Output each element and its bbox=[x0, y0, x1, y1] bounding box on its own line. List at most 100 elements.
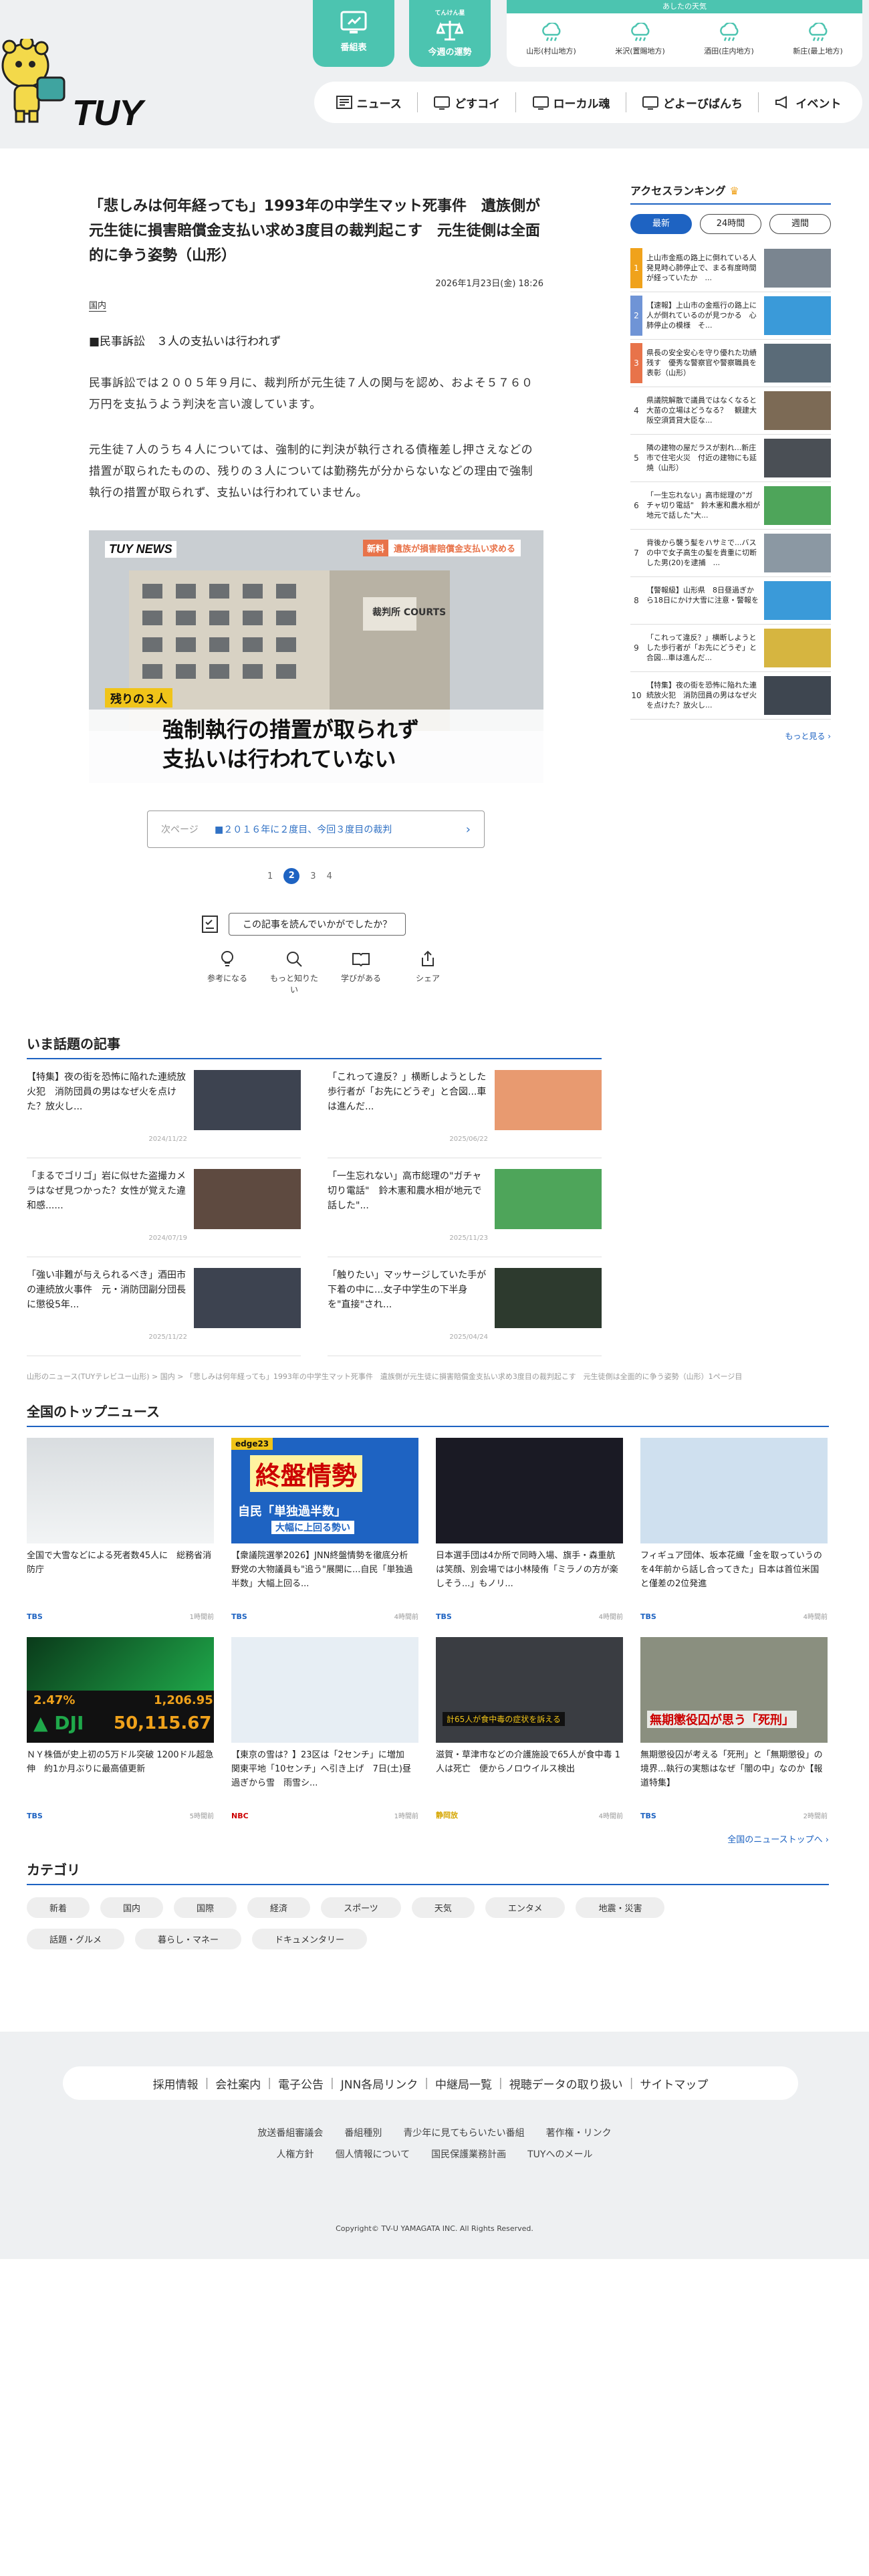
footer-link[interactable]: 個人情報について bbox=[336, 2149, 410, 2160]
national-item[interactable]: フィギュア団体、坂本花織「金を取っていうのを4年前から話し合ってきた」日本は首位… bbox=[640, 1438, 828, 1625]
reaction-more[interactable]: もっと知りたい bbox=[267, 950, 321, 995]
national-top-news: 全国のトップニュース 全国で大雪などによる死者数45人に 総務省消防庁 TBS 1… bbox=[27, 1401, 829, 1845]
ranking-item[interactable]: 5 隣の建物の屋だラスが割れ...新庄市で住宅火災 付近の建物にも延焼（山形） bbox=[630, 435, 831, 482]
article-image: TUY NEWS 新料 遺族が損害賠償金支払い求める 裁判所 COURTS 残り… bbox=[89, 530, 543, 783]
footer-link[interactable]: TUYへのメール bbox=[527, 2149, 592, 2160]
stock-thumbnail: 2.47% 1,206.95 ▲ DJI 50,115.67 bbox=[27, 1637, 214, 1743]
ranking-item[interactable]: 2 【速報】上山市の金瓶行の路上に人が倒れているのが見つかる 心肺停止の模様 そ.… bbox=[630, 292, 831, 340]
stock-index: DJI bbox=[54, 1712, 84, 1734]
footer-link[interactable]: サイトマップ bbox=[640, 2075, 708, 2092]
category-chip[interactable]: 地震・災害 bbox=[576, 1897, 665, 1918]
reaction-helpful[interactable]: 参考になる bbox=[201, 950, 254, 995]
copyright: Copyright© TV-U YAMAGATA INC. All Rights… bbox=[336, 2224, 533, 2233]
news-source: TBS bbox=[436, 1612, 452, 1621]
trending-item[interactable]: 「強い非難が与えられるべき」酒田市の連続放火事件 元・消防団副分団長に懲役5年.… bbox=[27, 1257, 301, 1356]
footer-link[interactable]: 人権方針 bbox=[277, 2149, 314, 2160]
tab-weekly[interactable]: 週間 bbox=[769, 214, 831, 234]
nav-divider bbox=[758, 92, 759, 112]
national-item[interactable]: 2.47% 1,206.95 ▲ DJI 50,115.67 ＮＹ株価が史上初の… bbox=[27, 1637, 214, 1824]
footer-link[interactable]: 放送番組審議会 bbox=[257, 2128, 323, 2139]
divider: | bbox=[424, 2076, 428, 2090]
divider: | bbox=[498, 2076, 503, 2090]
national-more-link[interactable]: 全国のニューストップへ › bbox=[27, 1832, 829, 1845]
trending-item[interactable]: 「まるでゴリゴ」岩に似せた盗撮カメラはなぜ見つかった？女性が覚えた違和感....… bbox=[27, 1158, 301, 1257]
nav-event[interactable]: イベント bbox=[774, 94, 841, 111]
weather-item-sakata[interactable]: 酒田(庄内地方) bbox=[704, 23, 754, 56]
next-page-label: 次ページ bbox=[161, 825, 199, 835]
page-link[interactable]: 3 bbox=[310, 871, 316, 881]
ranking-item[interactable]: 7 背後から襲う髪をハサミで...バスの中で女子高生の髪を貴重に切断した男(20)… bbox=[630, 530, 831, 577]
article-category-link[interactable]: 国内 bbox=[89, 298, 107, 312]
category-chip[interactable]: ドキュメンタリー bbox=[252, 1929, 368, 1949]
footer-link[interactable]: 電子公告 bbox=[278, 2075, 324, 2092]
category-chip[interactable]: 経済 bbox=[247, 1897, 311, 1918]
footer-link[interactable]: 著作権・リンク bbox=[546, 2128, 612, 2139]
ranking-item[interactable]: 9 「これって違反？」横断しようとした歩行者が「お先にどうぞ」と合図...車は進ん… bbox=[630, 625, 831, 672]
tab-latest[interactable]: 最新 bbox=[630, 214, 692, 234]
trending-item[interactable]: 「触りたい」マッサージしていた手が下着の中に...女子中学生の下半身を"直接"さ… bbox=[328, 1257, 602, 1356]
national-item[interactable]: 全国で大雪などによる死者数45人に 総務省消防庁 TBS 1時間前 bbox=[27, 1438, 214, 1625]
nav-doyobi[interactable]: どよーびばんち bbox=[642, 94, 743, 111]
next-page-link[interactable]: 次ページ ■２０１６年に２度目、今回３度目の裁判 › bbox=[147, 811, 485, 848]
reaction-share[interactable]: シェア bbox=[401, 950, 455, 995]
ranking-item[interactable]: 3 県長の安全安心を守り優れた功績残す 優秀な警察官や警察職員を表彰（山形） bbox=[630, 340, 831, 387]
trending-item[interactable]: 【特集】夜の街を恐怖に陥れた連続放火犯 消防団員の男はなぜ火を点けた？放火し..… bbox=[27, 1059, 301, 1158]
ranking-item[interactable]: 1 上山市金瓶の路上に倒れている人 発見時心肺停止で、まる有度時間が経っていたか … bbox=[630, 245, 831, 292]
category-chip[interactable]: 暮らし・マネー bbox=[135, 1929, 242, 1949]
trending-item-date: 2025/04/24 bbox=[449, 1333, 488, 1341]
footer-link[interactable]: 採用情報 bbox=[153, 2075, 199, 2092]
reaction-label: もっと知りたい bbox=[269, 974, 318, 994]
category-chip[interactable]: 天気 bbox=[411, 1897, 475, 1918]
footer-link[interactable]: JNN各局リンク bbox=[341, 2075, 418, 2092]
category-chip[interactable]: エンタメ bbox=[485, 1897, 566, 1918]
nav-news[interactable]: ニュース bbox=[336, 94, 402, 111]
weather-item-yamagata[interactable]: 山形(村山地方) bbox=[526, 23, 576, 56]
image-sub-tag: 残りの３人 bbox=[105, 688, 172, 708]
ranking-more-link[interactable]: もっと見る › bbox=[630, 730, 831, 742]
trending-thumbnail bbox=[495, 1268, 602, 1328]
footer-link[interactable]: 国民保護業務計画 bbox=[431, 2149, 506, 2160]
trending-item-date: 2025/11/23 bbox=[449, 1235, 488, 1242]
nav-local[interactable]: ローカル魂 bbox=[532, 94, 610, 111]
national-item-title: 【東京の雪は？】23区は「2センチ」に増加 関東平地「10センチ」へ引き上げ 7… bbox=[231, 1750, 413, 1788]
category-chip[interactable]: 新着 bbox=[27, 1897, 90, 1918]
ranking-item[interactable]: 8 【警報級】山形県 8日昼過ぎから18日にかけ大雪に注意・警報を bbox=[630, 577, 831, 625]
category-chip[interactable]: 国内 bbox=[100, 1897, 164, 1918]
tab-24h[interactable]: 24時間 bbox=[700, 214, 761, 234]
page-link[interactable]: 4 bbox=[327, 871, 332, 881]
weather-panel[interactable]: あしたの天気 山形(村山地方) 米沢(置賜地方) 酒田(庄内地方) 新庄(最上地… bbox=[507, 0, 862, 67]
trending-item-title: 「触りたい」マッサージしていた手が下着の中に...女子中学生の下半身を"直接"さ… bbox=[328, 1270, 487, 1310]
category-chip[interactable]: 国際 bbox=[174, 1897, 237, 1918]
facility-caption: 計65人が食中毒の症状を訴える bbox=[443, 1712, 565, 1726]
reaction-learn[interactable]: 学びがある bbox=[334, 950, 388, 995]
weather-item-label: 新庄(最上地方) bbox=[793, 47, 843, 56]
weather-item-shinjo[interactable]: 新庄(最上地方) bbox=[793, 23, 843, 56]
nav-dosukoi[interactable]: どすコイ bbox=[433, 94, 500, 111]
page-link[interactable]: 1 bbox=[267, 871, 273, 881]
national-item[interactable]: 無期懲役囚が思う「死刑」 無期懲役囚が考える「死刑」と「無期懲役」の境界...執… bbox=[640, 1637, 828, 1824]
ranking-item[interactable]: 10 【特集】夜の街を恐怖に陥れた連続放火犯 消防団員の男はなぜ火を点けた？放火し… bbox=[630, 672, 831, 720]
ranking-item[interactable]: 4 県議院解散で議員ではなくなると大苗の立場はどうなる？ 観建大阪空須賃貸大臣な.… bbox=[630, 387, 831, 435]
page-link-current[interactable]: 2 bbox=[283, 868, 300, 884]
trending-item[interactable]: 「これって違反？」横断しようとした歩行者が「お先にどうぞ」と合図...車は進んだ… bbox=[328, 1059, 602, 1158]
footer-link[interactable]: 会社案内 bbox=[215, 2075, 261, 2092]
footer-link[interactable]: 中継局一覧 bbox=[435, 2075, 492, 2092]
tv-schedule-button[interactable]: 番組表 bbox=[313, 0, 394, 67]
category-chip[interactable]: スポーツ bbox=[321, 1897, 401, 1918]
trending-item[interactable]: 「一生忘れない」高市総理の"ガチャ切り電話" 鈴木憲和農水相が地元で話した"..… bbox=[328, 1158, 602, 1257]
footer-link[interactable]: 番組種別 bbox=[344, 2128, 382, 2139]
national-item[interactable]: 日本選手団は4か所で同時入場、旗手・森重航は笑顔、別会場では小林陵侑「ミラノの方… bbox=[436, 1438, 623, 1625]
footer-link[interactable]: 視聴データの取り扱い bbox=[509, 2075, 623, 2092]
weather-item-yonezawa[interactable]: 米沢(置賜地方) bbox=[615, 23, 665, 56]
breadcrumb[interactable]: 山形のニュース(TUYテレビユー山形) > 国内 > 「悲しみは何年経っても」1… bbox=[27, 1371, 829, 1382]
category-chip[interactable]: 話題・グルメ bbox=[27, 1929, 125, 1949]
national-item[interactable]: edge23 終盤情勢 自民「単独過半数」 大幅に上回る勢い 【衆議院選挙202… bbox=[231, 1438, 418, 1625]
mascot-logo[interactable] bbox=[0, 39, 74, 124]
national-item[interactable]: 【東京の雪は？】23区は「2センチ」に増加 関東平地「10センチ」へ引き上げ 7… bbox=[231, 1637, 418, 1824]
ranking-item[interactable]: 6 「一生忘れない」高市総理の"ガチャ切り電話" 鈴木憲和農水相が地元で話した"大… bbox=[630, 482, 831, 530]
national-item[interactable]: 計65人が食中毒の症状を訴える 滋賀・草津市などの介護施設で65人が食中毒 1人… bbox=[436, 1637, 623, 1824]
fortune-button[interactable]: てんけん星 今週の運勢 bbox=[409, 0, 491, 67]
site-logo[interactable]: TUY bbox=[72, 92, 143, 134]
footer-link[interactable]: 青少年に見てもらいたい番組 bbox=[403, 2128, 524, 2139]
national-item-title: 滋賀・草津市などの介護施設で65人が食中毒 1人は死亡 便からノロウイルス検出 bbox=[436, 1750, 620, 1774]
